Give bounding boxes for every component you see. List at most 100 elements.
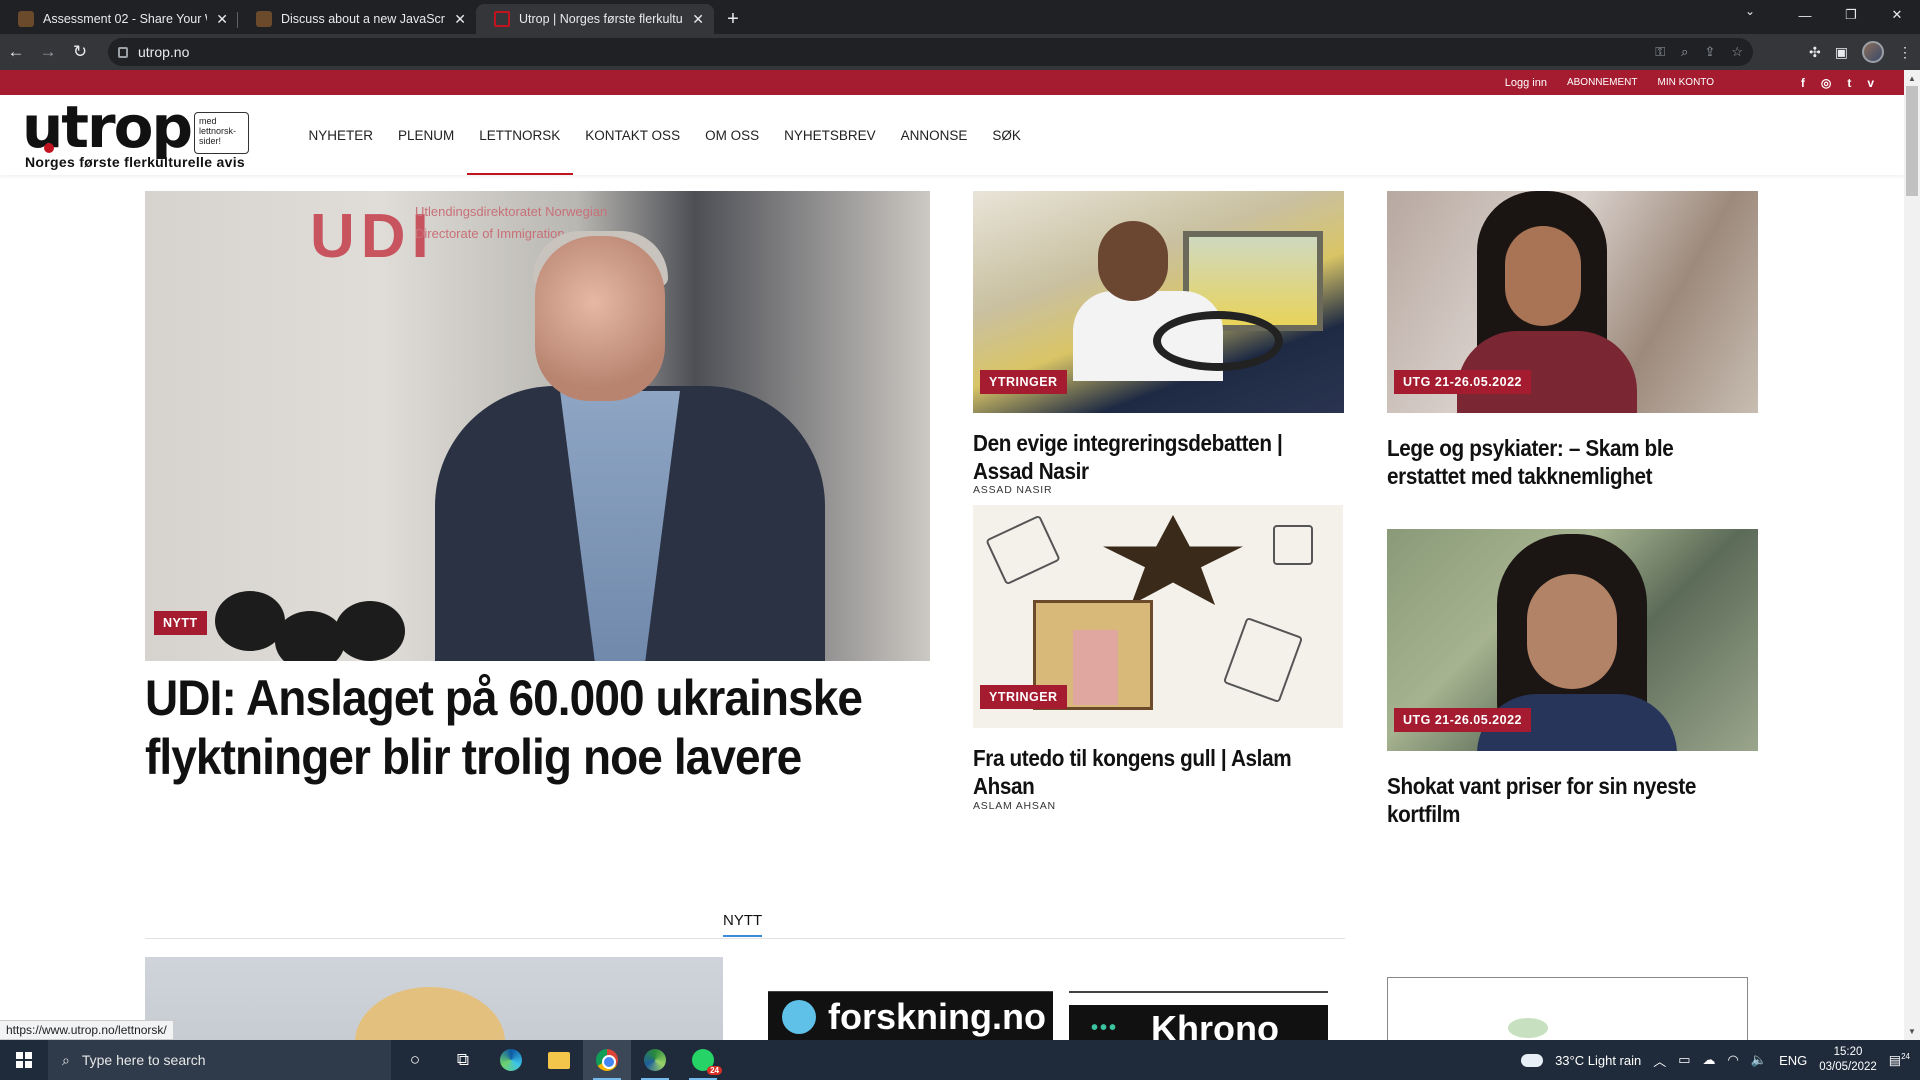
ad-divider [1069,991,1328,993]
weather-cloud-icon[interactable] [1521,1053,1544,1067]
cortana-button[interactable]: ○ [391,1040,439,1080]
nav-item-plenum[interactable]: PLENUM [386,95,467,175]
article-photo[interactable] [145,957,723,1040]
menu-kebab-icon[interactable]: ⋮ [1898,44,1912,61]
category-label[interactable]: UTG 21-26.05.2022 [1394,370,1531,394]
nav-item-annonse[interactable]: ANNONSE [888,95,980,175]
clock[interactable]: 15:20 03/05/2022 [1819,1045,1877,1075]
reload-button[interactable]: ↻ [64,36,96,68]
tab-search-icon[interactable]: ⌄ [1745,4,1755,18]
clock-date: 03/05/2022 [1819,1061,1877,1073]
url-text[interactable]: utrop.no [138,44,189,60]
ad-banner[interactable] [1387,977,1748,1042]
meet-now-icon[interactable]: ▭ [1678,1052,1690,1068]
start-button[interactable] [0,1040,48,1080]
taskbar-search[interactable]: ⌕ Type here to search [48,1040,391,1080]
volume-icon[interactable]: 🔈 [1751,1052,1767,1068]
main-article-headline[interactable]: UDI: Anslaget på 60.000 ukrainske flyktn… [145,669,872,787]
my-account-link[interactable]: MIN KONTO [1658,77,1714,88]
minimize-button[interactable]: — [1782,0,1828,30]
onedrive-icon[interactable]: ☁ [1703,1052,1716,1068]
article-byline[interactable]: ASSAD NASIR [973,484,1052,496]
page-scrollbar[interactable]: ▲ ▼ [1904,70,1920,1040]
nav-item-lettnorsk[interactable]: LETTNORSK [466,95,573,175]
browser-tab[interactable]: Discuss about a new JavaScript E ✕ [238,4,476,34]
search-placeholder: Type here to search [81,1052,206,1068]
back-button[interactable]: ← [0,36,32,68]
tab-strip: Assessment 02 - Share Your Web ✕ Discuss… [0,0,1920,34]
tab-favicon-icon [18,11,34,27]
extensions-icon[interactable]: ✣ [1809,44,1821,61]
scroll-up-icon[interactable]: ▲ [1908,74,1916,83]
ad-forskning[interactable]: forskning.no [768,992,1053,1042]
forward-button[interactable]: → [32,36,64,68]
whatsapp-badge: 24 [707,1066,722,1075]
category-label[interactable]: YTRINGER [980,370,1067,394]
nav-item-om-oss[interactable]: OM OSS [693,95,772,175]
scrollbar-thumb[interactable] [1906,86,1918,196]
file-explorer-app[interactable] [535,1040,583,1080]
ad-text: forskning.no [828,996,1046,1037]
windows-logo-icon [16,1052,32,1068]
subscription-link[interactable]: ABONNEMENT [1567,77,1638,88]
restore-button[interactable]: ❐ [1828,0,1874,30]
page-viewport: Logg inn ABONNEMENT MIN KONTO f ◎ t v ut… [0,70,1904,1040]
notification-center-icon[interactable]: ▤24 [1889,1052,1910,1068]
article-headline[interactable]: Shokat vant priser for sin nyeste kortfi… [1387,772,1747,828]
new-tab-button[interactable]: + [718,4,748,34]
key-icon[interactable]: ⚿ [1655,44,1665,60]
tab-title: Assessment 02 - Share Your Web [43,12,207,26]
site-topbar: Logg inn ABONNEMENT MIN KONTO f ◎ t v [0,70,1904,95]
profile-avatar[interactable] [1862,41,1884,63]
login-link[interactable]: Logg inn [1505,77,1547,89]
task-view-button[interactable]: ⧉ [439,1040,487,1080]
side-panel-icon[interactable]: ▣ [1835,44,1848,61]
tab-close-icon[interactable]: ✕ [216,11,228,28]
edge-beta-app[interactable] [631,1040,679,1080]
status-url-bubble: https://www.utrop.no/lettnorsk/ [0,1020,174,1040]
scroll-down-icon[interactable]: ▼ [1908,1027,1916,1036]
main-article-photo[interactable]: UDI Utlendingsdirektoratet Norwegian Dir… [145,191,930,661]
article-headline[interactable]: Den evige integreringsdebatten | Assad N… [973,429,1333,485]
article-headline[interactable]: Fra utedo til kongens gull | Aslam Ahsan [973,744,1333,800]
instagram-icon[interactable]: ◎ [1821,76,1831,90]
section-divider [145,938,1345,939]
tab-close-icon[interactable]: ✕ [692,11,704,28]
chrome-app[interactable] [583,1040,631,1080]
whatsapp-app[interactable]: 24 [679,1040,727,1080]
bookmark-star-icon[interactable]: ☆ [1731,44,1743,60]
clock-time: 15:20 [1833,1046,1863,1058]
site-logo[interactable]: utrop med lettnorsk-sider! Norges første… [22,93,252,171]
lock-icon[interactable] [118,46,128,58]
article-byline[interactable]: ASLAM AHSAN [973,800,1056,812]
ad-khrono[interactable]: ••• Khrono [1069,1005,1328,1042]
address-bar[interactable]: utrop.no ⚿ ⌕ ⇪ ☆ [108,38,1753,66]
nav-item-kontakt-oss[interactable]: KONTAKT OSS [573,95,693,175]
article-headline[interactable]: Lege og psykiater: – Skam ble erstattet … [1387,434,1747,490]
close-window-button[interactable]: ✕ [1874,0,1920,30]
edge-app[interactable] [487,1040,535,1080]
share-icon[interactable]: ⇪ [1704,44,1715,60]
vimeo-icon[interactable]: v [1867,76,1874,90]
browser-tab-active[interactable]: Utrop | Norges første flerkulturell ✕ [476,4,714,34]
tray-chevron-icon[interactable]: ︿ [1653,1051,1666,1070]
nav-item-sok[interactable]: SØK [980,95,1034,175]
facebook-icon[interactable]: f [1801,76,1805,90]
language-indicator[interactable]: ENG [1779,1053,1807,1068]
nav-item-nyheter[interactable]: NYHETER [296,95,386,175]
zoom-icon[interactable]: ⌕ [1681,44,1688,60]
system-tray: 33°C Light rain ︿ ▭ ☁ ◠ 🔈 ENG 15:20 03/0… [1521,1040,1920,1080]
wifi-icon[interactable]: ◠ [1728,1052,1739,1068]
category-label[interactable]: NYTT [154,611,207,635]
site-header: utrop med lettnorsk-sider! Norges første… [0,93,1904,175]
twitter-icon[interactable]: t [1847,76,1851,90]
browser-tab[interactable]: Assessment 02 - Share Your Web ✕ [0,4,238,34]
logo-dot [44,143,54,153]
nav-item-nyhetsbrev[interactable]: NYHETSBREV [772,95,889,175]
notification-count: 24 [1901,1051,1910,1061]
weather-text[interactable]: 33°C Light rain [1555,1053,1641,1068]
category-label[interactable]: UTG 21-26.05.2022 [1394,708,1531,732]
section-tab-nytt[interactable]: NYTT [723,912,763,937]
category-label[interactable]: YTRINGER [980,685,1067,709]
tab-close-icon[interactable]: ✕ [454,11,466,28]
